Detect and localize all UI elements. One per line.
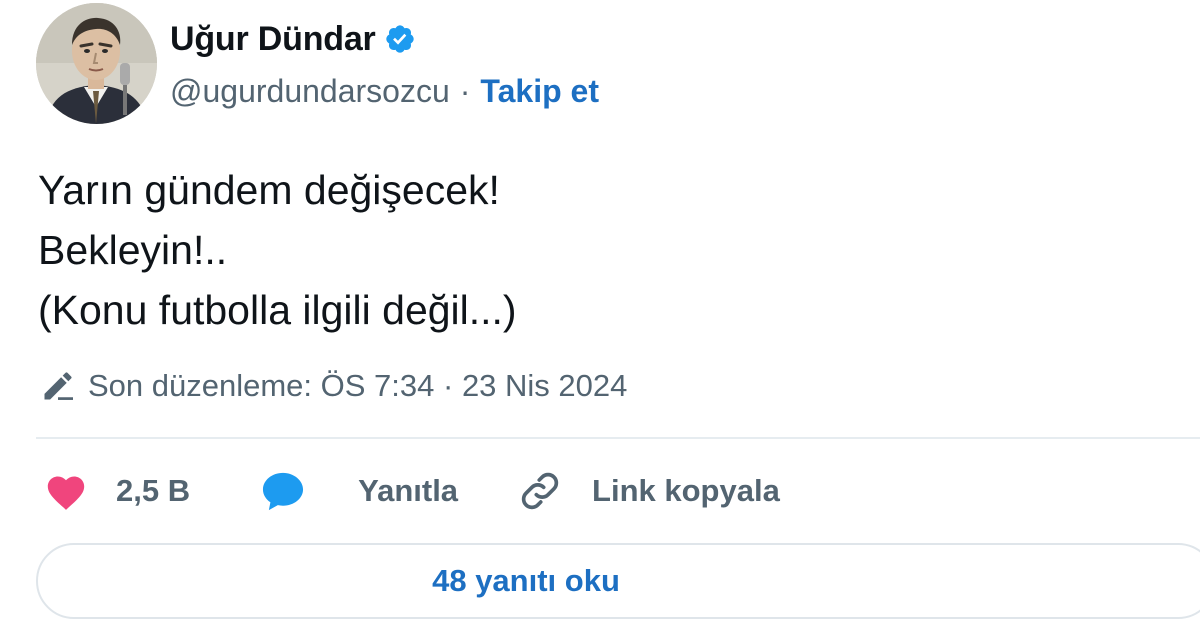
tweet-text: Yarın gündem değişecek! Bekleyin!.. (Kon…	[38, 160, 517, 340]
action-bar: 2,5 B Yanıtla Link kopyala	[44, 465, 780, 517]
follow-button[interactable]: Takip et	[480, 73, 599, 110]
reply-label: Yanıtla	[358, 473, 459, 508]
edited-timestamp: Son düzenleme: ÖS 7:34 · 23 Nis 2024	[88, 368, 628, 403]
speech-bubble-icon	[263, 472, 304, 511]
author-handle-row: @ugurdundarsozcu · Takip et	[170, 68, 599, 114]
tweet-card: Uğur Dündar @ugurdundarsozcu · Takip et …	[0, 0, 1200, 628]
tweet-line: Yarın gündem değişecek!	[38, 167, 500, 213]
heart-icon	[47, 476, 85, 510]
read-replies-button[interactable]: 48 yanıtı oku	[36, 543, 1200, 619]
copy-link-label: Link kopyala	[592, 473, 780, 508]
tweet-line: (Konu futbolla ilgili değil...)	[38, 287, 517, 333]
copy-link-button[interactable]: Link kopyala	[518, 469, 780, 513]
divider	[36, 437, 1200, 439]
author-name[interactable]: Uğur Dündar	[170, 20, 376, 59]
tweet-line: Bekleyin!..	[38, 227, 228, 273]
like-button[interactable]: 2,5 B	[44, 471, 190, 511]
verified-badge-icon	[385, 25, 414, 53]
edit-history-link[interactable]: Son düzenleme: ÖS 7:34 · 23 Nis 2024	[40, 362, 627, 410]
link-icon	[521, 472, 559, 510]
pencil-icon	[44, 372, 73, 400]
separator-dot: ·	[459, 72, 471, 109]
reply-button[interactable]: Yanıtla	[260, 470, 458, 512]
read-replies-label: 48 yanıtı oku	[432, 563, 620, 598]
author-name-row: Uğur Dündar	[170, 16, 416, 62]
like-count: 2,5 B	[116, 473, 191, 508]
author-handle[interactable]: @ugurdundarsozcu	[170, 73, 450, 110]
profile-avatar[interactable]	[36, 3, 157, 124]
